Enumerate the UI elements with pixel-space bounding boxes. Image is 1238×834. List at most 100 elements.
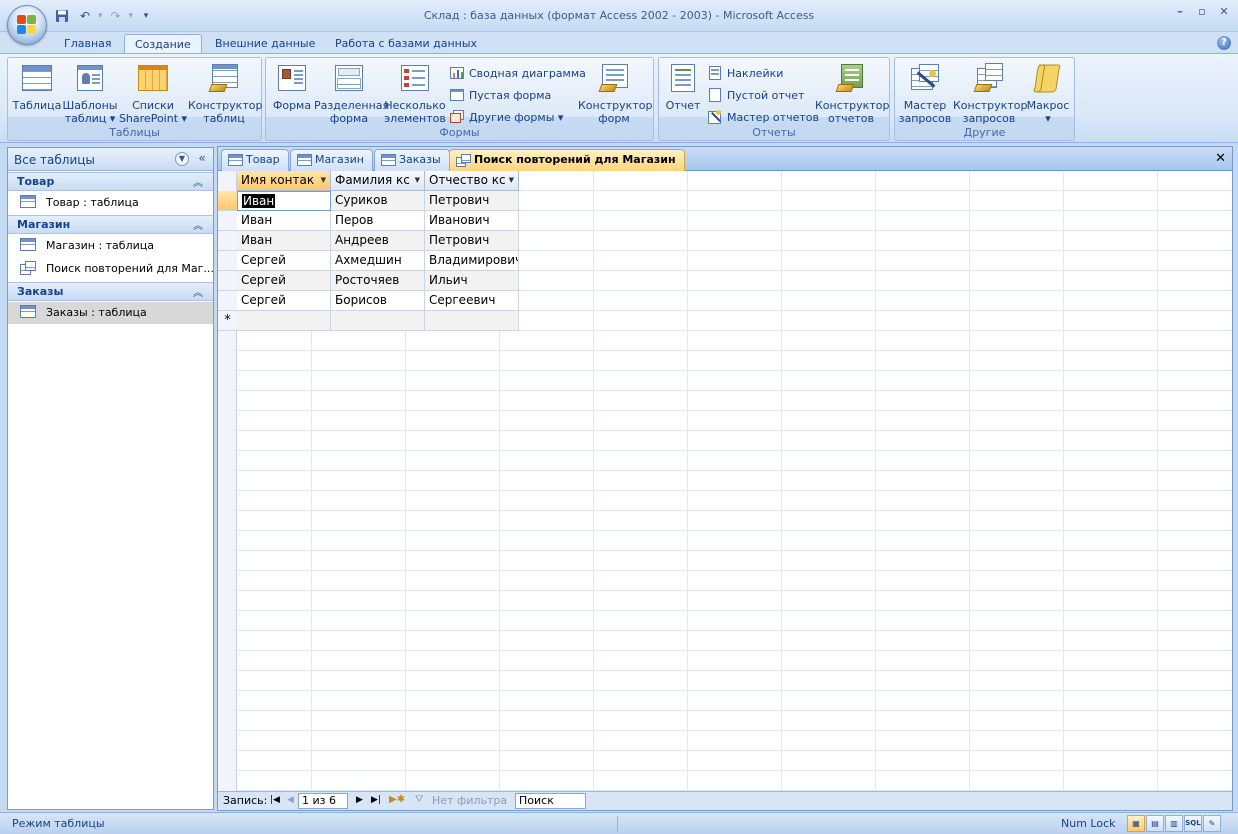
table-cell[interactable]: Ахмедшин xyxy=(331,251,425,271)
close-icon[interactable]: ✕ xyxy=(1216,4,1232,20)
sql-view-icon[interactable]: SQL xyxy=(1184,815,1202,832)
nav-menu-dropdown-icon[interactable]: ▼ xyxy=(175,152,189,166)
pivot-chart-button[interactable]: Сводная диаграмма xyxy=(449,64,586,82)
nav-category-tovar[interactable]: Товар ︽ xyxy=(8,172,213,191)
filter-status[interactable]: Нет фильтра xyxy=(432,794,507,807)
sharepoint-lists-label: Списки xyxy=(132,99,174,112)
nav-category-zakazy[interactable]: Заказы ︽ xyxy=(8,282,213,301)
column-dropdown-icon[interactable]: ▼ xyxy=(321,171,326,190)
query-design-button[interactable]: Конструктор запросов xyxy=(953,62,1027,125)
form-button[interactable]: Форма xyxy=(269,62,315,112)
column-dropdown-icon[interactable]: ▼ xyxy=(509,171,514,190)
record-selector[interactable] xyxy=(218,191,237,211)
tab-external-data[interactable]: Внешние данные xyxy=(205,34,325,55)
doc-tab-magazin[interactable]: Магазин xyxy=(290,149,373,171)
report-wizard-button[interactable]: Мастер отчетов xyxy=(707,108,819,126)
minimize-icon[interactable]: – xyxy=(1172,4,1188,20)
form-design-button[interactable]: Конструктор форм xyxy=(578,62,652,125)
record-selector[interactable] xyxy=(218,211,237,231)
search-input[interactable]: Поиск xyxy=(515,793,586,809)
table-cell[interactable]: Перов xyxy=(331,211,425,231)
doc-tab-tovar[interactable]: Товар xyxy=(221,149,289,171)
table-cell[interactable]: Владимирович xyxy=(425,251,519,271)
collapse-chevron-icon[interactable]: ︽ xyxy=(193,174,203,189)
table-cell[interactable]: Иван xyxy=(237,231,331,251)
table-cell[interactable]: Андреев xyxy=(331,231,425,251)
column-dropdown-icon[interactable]: ▼ xyxy=(415,171,420,190)
shutter-collapse-icon[interactable]: « xyxy=(195,152,209,166)
next-record-icon[interactable]: ▶ xyxy=(356,795,363,805)
filter-icon[interactable]: ⛛ xyxy=(415,794,423,805)
table-button[interactable]: Таблица xyxy=(12,62,62,112)
table-cell[interactable]: Иван xyxy=(237,211,331,231)
new-record-icon[interactable]: ▶✱ xyxy=(389,794,405,805)
datasheet-view-icon[interactable]: ▦ xyxy=(1127,815,1145,832)
nav-pane-header[interactable]: Все таблицы ▼ « xyxy=(8,148,213,171)
split-form-icon xyxy=(333,62,365,94)
table-cell[interactable]: Росточяев xyxy=(331,271,425,291)
form-design-label2: форм xyxy=(598,112,630,125)
doc-tab-duplicate-query[interactable]: Поиск повторений для Магазин xyxy=(449,149,685,171)
collapse-chevron-icon[interactable]: ︽ xyxy=(193,284,203,299)
tab-create[interactable]: Создание xyxy=(124,34,202,55)
help-icon[interactable]: ? xyxy=(1217,36,1231,50)
restore-icon[interactable]: ▫ xyxy=(1194,4,1210,20)
record-selector[interactable] xyxy=(218,231,237,251)
record-selector[interactable] xyxy=(218,251,237,271)
nav-item-tovar-table[interactable]: Товар : таблица xyxy=(8,192,213,214)
table-cell[interactable]: Сергей xyxy=(237,251,331,271)
multiple-items-button[interactable]: Несколько элементов xyxy=(384,62,446,125)
table-templates-label: Шаблоны xyxy=(62,99,118,112)
table-cell[interactable]: Иванович xyxy=(425,211,519,231)
sharepoint-lists-button[interactable]: Списки SharePoint ▾ xyxy=(118,62,188,125)
new-record-cell[interactable] xyxy=(331,311,425,331)
design-view-icon[interactable]: ✎ xyxy=(1203,815,1221,832)
pivot-table-view-icon[interactable]: ▤ xyxy=(1146,815,1164,832)
close-document-icon[interactable]: ✕ xyxy=(1215,151,1226,166)
collapse-chevron-icon[interactable]: ︽ xyxy=(193,217,203,232)
table-cell[interactable]: Сергей xyxy=(237,271,331,291)
query-wizard-button[interactable]: Мастер запросов xyxy=(897,62,953,125)
column-header-first-name[interactable]: Имя контак ▼ xyxy=(237,171,331,191)
table-cell[interactable]: Петрович xyxy=(425,231,519,251)
nav-item-duplicate-query[interactable]: Поиск повторений для Маг... xyxy=(8,258,214,280)
window-controls: – ▫ ✕ xyxy=(1172,4,1232,20)
record-selector[interactable] xyxy=(218,291,237,311)
report-design-button[interactable]: Конструктор отчетов xyxy=(815,62,889,125)
table-button-label: Таблица xyxy=(12,99,62,112)
tab-database-tools[interactable]: Работа с базами данных xyxy=(325,34,487,55)
column-header-patronymic[interactable]: Отчество кс ▼ xyxy=(425,171,519,191)
table-cell[interactable]: Суриков xyxy=(331,191,425,211)
doc-tab-zakazy[interactable]: Заказы xyxy=(374,149,450,171)
tab-home[interactable]: Главная xyxy=(54,34,122,55)
blank-form-button[interactable]: Пустая форма xyxy=(449,86,551,104)
report-button[interactable]: Отчет xyxy=(662,62,704,112)
table-templates-button[interactable]: Шаблоны таблиц ▾ xyxy=(62,62,118,125)
table-cell[interactable]: Ильич xyxy=(425,271,519,291)
current-record-field[interactable]: 1 из 6 xyxy=(298,793,348,809)
table-design-button[interactable]: Конструктор таблиц xyxy=(188,62,262,125)
previous-record-icon[interactable]: ◀ xyxy=(287,795,294,805)
column-header-last-name[interactable]: Фамилия кс ▼ xyxy=(331,171,425,191)
first-record-icon[interactable]: |◀ xyxy=(270,795,280,805)
new-record-cell[interactable] xyxy=(425,311,519,331)
macro-button[interactable]: Макрос ▾ xyxy=(1025,62,1071,125)
new-record-marker[interactable]: * xyxy=(218,311,237,331)
nav-item-magazin-table[interactable]: Магазин : таблица xyxy=(8,235,213,257)
table-cell[interactable]: Петрович xyxy=(425,191,519,211)
table-cell[interactable]: Иван xyxy=(237,191,331,211)
table-cell[interactable]: Сергей xyxy=(237,291,331,311)
blank-report-button[interactable]: Пустой отчет xyxy=(707,86,804,104)
nav-item-zakazy-table[interactable]: Заказы : таблица xyxy=(8,302,213,324)
office-button[interactable] xyxy=(7,5,47,45)
pivot-chart-view-icon[interactable]: ▥ xyxy=(1165,815,1183,832)
table-cell[interactable]: Сергеевич xyxy=(425,291,519,311)
new-record-cell[interactable] xyxy=(237,311,331,331)
table-cell[interactable]: Борисов xyxy=(331,291,425,311)
more-forms-button[interactable]: Другие формы ▾ xyxy=(449,108,563,126)
labels-button[interactable]: Наклейки xyxy=(707,64,783,82)
last-record-icon[interactable]: ▶| xyxy=(371,795,381,805)
split-form-button[interactable]: Разделенная форма xyxy=(314,62,389,125)
nav-category-magazin[interactable]: Магазин ︽ xyxy=(8,215,213,234)
record-selector[interactable] xyxy=(218,271,237,291)
